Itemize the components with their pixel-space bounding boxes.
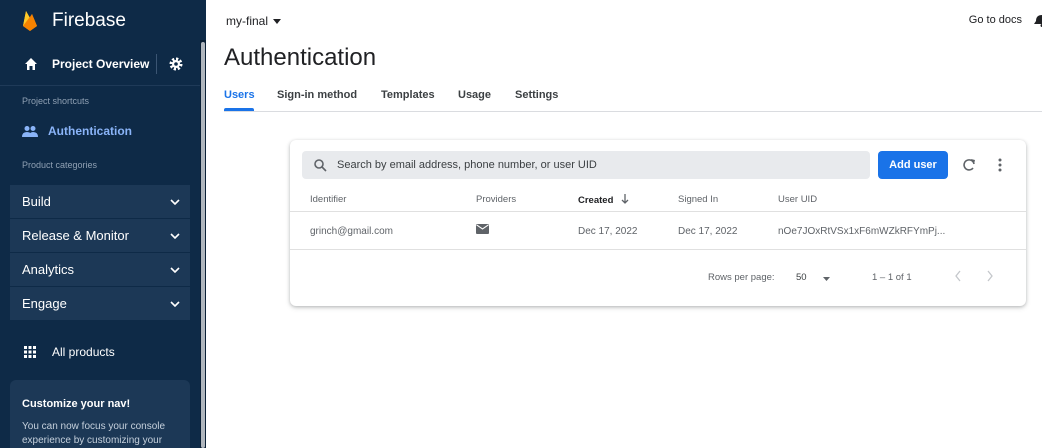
brand-name: Firebase bbox=[52, 10, 126, 31]
project-selector[interactable]: my-final bbox=[226, 14, 282, 28]
project-overview-row: Project Overview bbox=[0, 42, 200, 86]
pagination-range: 1 – 1 of 1 bbox=[872, 272, 912, 283]
cell-signed-in: Dec 17, 2022 bbox=[678, 226, 738, 237]
customize-title: Customize your nav! bbox=[22, 398, 131, 410]
gear-icon[interactable] bbox=[168, 56, 184, 72]
cell-identifier: grinch@gmail.com bbox=[310, 226, 393, 237]
top-bar: my-final Go to docs bbox=[206, 0, 1042, 42]
sidebar-category-analytics[interactable]: Analytics bbox=[10, 253, 190, 286]
project-name: my-final bbox=[226, 14, 269, 28]
chevron-right-icon[interactable] bbox=[986, 270, 994, 282]
brand[interactable]: Firebase bbox=[0, 0, 200, 42]
chevron-left-icon[interactable] bbox=[954, 270, 962, 282]
column-header-created[interactable]: Created bbox=[578, 194, 629, 206]
sidebar-item-all-products[interactable]: All products bbox=[0, 336, 200, 368]
chevron-down-icon bbox=[170, 232, 180, 239]
chevron-down-icon bbox=[170, 266, 180, 273]
tab-bar: Users Sign-in method Templates Usage Set… bbox=[224, 88, 1042, 112]
tab-users[interactable]: Users bbox=[224, 89, 255, 101]
column-header-providers: Providers bbox=[476, 194, 517, 205]
sidebar-item-label: Authentication bbox=[48, 124, 132, 138]
search-input[interactable]: Search by email address, phone number, o… bbox=[302, 151, 870, 179]
arrow-down-icon bbox=[621, 194, 629, 204]
add-user-button[interactable]: Add user bbox=[878, 151, 948, 179]
chevron-down-icon bbox=[170, 300, 180, 307]
category-label: Analytics bbox=[22, 262, 75, 277]
tab-templates[interactable]: Templates bbox=[381, 89, 435, 101]
table-header: Identifier Providers Created Signed In U… bbox=[290, 190, 1026, 212]
refresh-icon[interactable] bbox=[962, 158, 976, 172]
divider bbox=[156, 54, 157, 74]
search-placeholder: Search by email address, phone number, o… bbox=[337, 159, 597, 171]
column-header-created-label: Created bbox=[578, 195, 614, 206]
column-header-identifier: Identifier bbox=[310, 194, 347, 205]
sidebar-category-release-monitor[interactable]: Release & Monitor bbox=[10, 219, 190, 252]
sidebar-item-authentication[interactable]: Authentication bbox=[0, 120, 200, 142]
tab-usage[interactable]: Usage bbox=[458, 89, 491, 101]
rows-per-page-label: Rows per page: bbox=[708, 272, 775, 283]
caret-down-icon[interactable] bbox=[823, 277, 830, 281]
active-tab-indicator bbox=[224, 108, 254, 111]
cell-created: Dec 17, 2022 bbox=[578, 226, 638, 237]
sidebar: Firebase Project Overview Project shortc… bbox=[0, 0, 206, 448]
category-label: Engage bbox=[22, 296, 67, 311]
users-card: Search by email address, phone number, o… bbox=[290, 140, 1026, 306]
customize-nav-card: Customize your nav! You can now focus yo… bbox=[10, 380, 190, 448]
home-icon bbox=[25, 57, 37, 70]
chevron-down-icon bbox=[170, 198, 180, 205]
rows-per-page-select[interactable]: 50 bbox=[796, 272, 807, 283]
users-icon bbox=[22, 126, 38, 137]
more-vert-icon[interactable] bbox=[998, 158, 1002, 172]
table-row[interactable]: grinch@gmail.com Dec 17, 2022 Dec 17, 20… bbox=[290, 212, 1026, 250]
search-icon bbox=[314, 158, 327, 172]
tab-settings[interactable]: Settings bbox=[515, 89, 558, 101]
sidebar-category-engage[interactable]: Engage bbox=[10, 287, 190, 320]
table-pagination: Rows per page: 50 1 – 1 of 1 bbox=[290, 250, 1026, 306]
notifications-bell-icon[interactable] bbox=[1034, 13, 1042, 27]
product-categories-heading: Product categories bbox=[22, 160, 98, 170]
cell-user-uid: nOe7JOxRtVSx1xF6mWZkRFYmPj... bbox=[778, 226, 946, 237]
project-shortcuts-heading: Project shortcuts bbox=[22, 96, 90, 106]
column-header-signed-in: Signed In bbox=[678, 194, 719, 205]
sidebar-category-build[interactable]: Build bbox=[10, 185, 190, 218]
page-title: Authentication bbox=[224, 44, 377, 71]
mail-icon bbox=[476, 224, 489, 234]
category-label: Release & Monitor bbox=[22, 228, 129, 243]
sidebar-scrollbar-thumb[interactable] bbox=[201, 42, 205, 448]
apps-grid-icon bbox=[24, 346, 36, 358]
caret-down-icon bbox=[273, 18, 282, 24]
column-header-user-uid: User UID bbox=[778, 194, 818, 205]
tab-sign-in-method[interactable]: Sign-in method bbox=[277, 89, 357, 101]
project-overview-link[interactable]: Project Overview bbox=[52, 57, 149, 71]
customize-text: You can now focus your console experienc… bbox=[22, 421, 166, 446]
category-label: Build bbox=[22, 194, 51, 209]
sidebar-item-label: All products bbox=[52, 345, 115, 359]
go-to-docs-link[interactable]: Go to docs bbox=[969, 14, 1022, 26]
firebase-logo-icon bbox=[23, 11, 37, 31]
